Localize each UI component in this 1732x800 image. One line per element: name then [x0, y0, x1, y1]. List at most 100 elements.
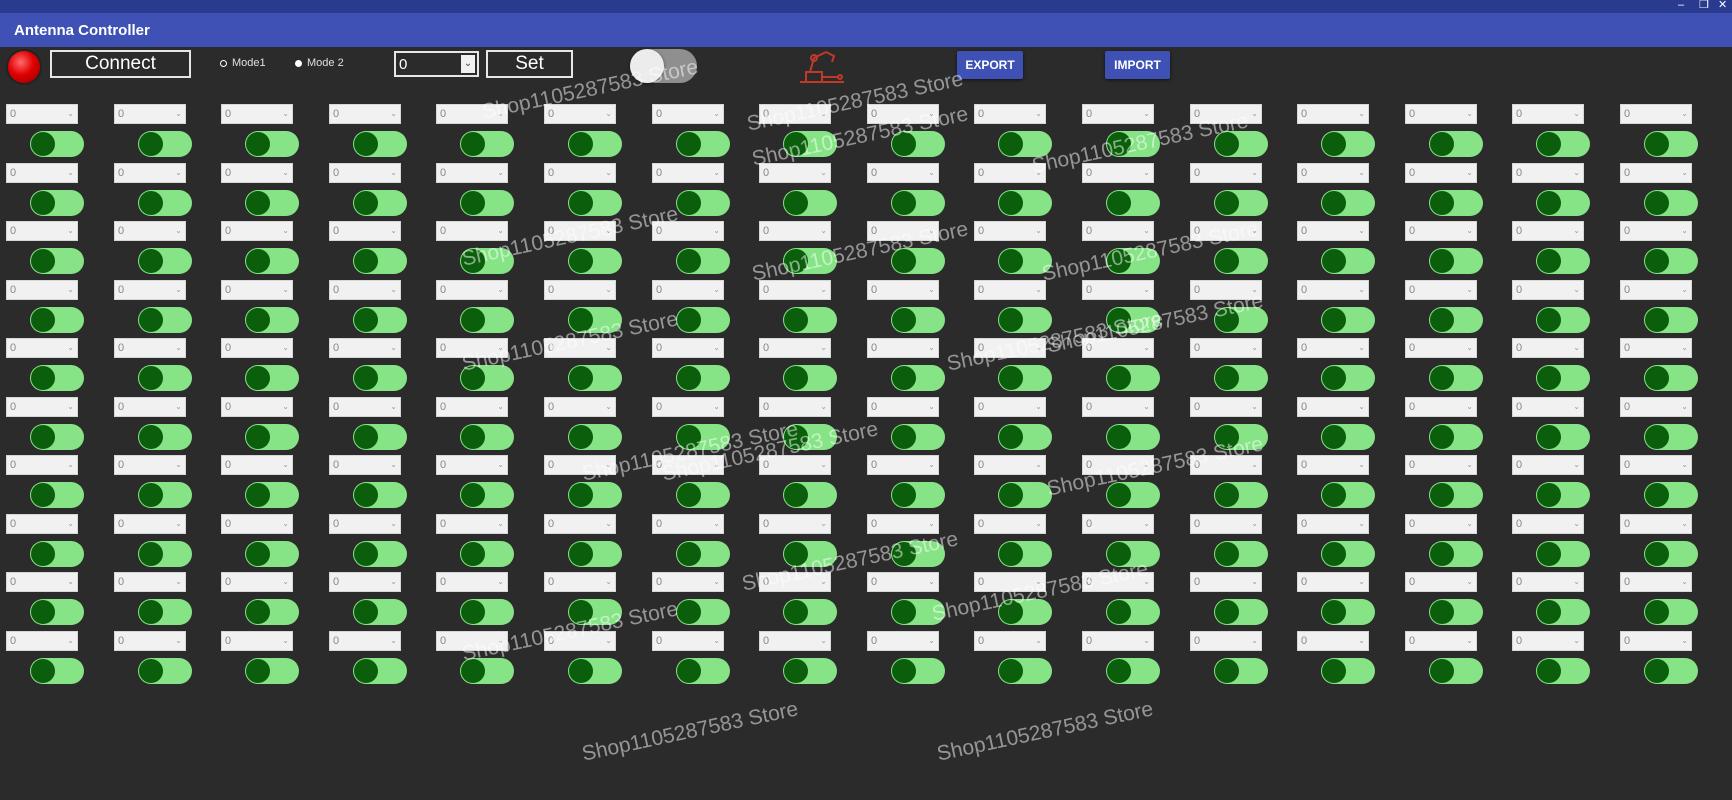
chevron-down-icon[interactable]: ⌄: [1573, 577, 1580, 586]
cell-switch[interactable]: [1644, 482, 1698, 508]
chevron-down-icon[interactable]: ⌄: [605, 109, 612, 118]
cell-combo[interactable]: 0 ⌄: [114, 455, 186, 475]
cell-switch[interactable]: [1644, 190, 1698, 216]
cell-combo[interactable]: 0 ⌄: [652, 631, 724, 651]
chevron-down-icon[interactable]: ⌄: [928, 402, 935, 411]
cell-combo[interactable]: 0 ⌄: [436, 455, 508, 475]
cell-combo[interactable]: 0 ⌄: [867, 514, 939, 534]
export-button[interactable]: EXPORT: [957, 51, 1023, 79]
chevron-down-icon[interactable]: ⌄: [175, 636, 182, 645]
cell-combo[interactable]: 0 ⌄: [759, 221, 831, 241]
cell-combo[interactable]: 0 ⌄: [1405, 397, 1477, 417]
chevron-down-icon[interactable]: ⌄: [175, 109, 182, 118]
cell-switch[interactable]: [460, 482, 514, 508]
cell-combo[interactable]: 0 ⌄: [114, 338, 186, 358]
cell-switch[interactable]: [138, 599, 192, 625]
chevron-down-icon[interactable]: ⌄: [713, 402, 720, 411]
chevron-down-icon[interactable]: ⌄: [67, 109, 74, 118]
chevron-down-icon[interactable]: ⌄: [282, 402, 289, 411]
chevron-down-icon[interactable]: ⌄: [1035, 285, 1042, 294]
chevron-down-icon[interactable]: ⌄: [282, 460, 289, 469]
chevron-down-icon[interactable]: ⌄: [67, 168, 74, 177]
cell-combo[interactable]: 0 ⌄: [1297, 631, 1369, 651]
cell-switch[interactable]: [1429, 365, 1483, 391]
chevron-down-icon[interactable]: ⌄: [820, 109, 827, 118]
cell-switch[interactable]: [1106, 482, 1160, 508]
chevron-down-icon[interactable]: ⌄: [1681, 577, 1688, 586]
chevron-down-icon[interactable]: ⌄: [1143, 519, 1150, 528]
cell-combo[interactable]: 0 ⌄: [329, 631, 401, 651]
cell-switch[interactable]: [1106, 248, 1160, 274]
cell-combo[interactable]: 0 ⌄: [221, 631, 293, 651]
cell-switch[interactable]: [1536, 424, 1590, 450]
cell-combo[interactable]: 0 ⌄: [221, 104, 293, 124]
cell-combo[interactable]: 0 ⌄: [759, 455, 831, 475]
cell-combo[interactable]: 0 ⌄: [1297, 397, 1369, 417]
cell-combo[interactable]: 0 ⌄: [1190, 514, 1262, 534]
cell-switch[interactable]: [1106, 599, 1160, 625]
chevron-down-icon[interactable]: ⌄: [1035, 636, 1042, 645]
cell-combo[interactable]: 0 ⌄: [759, 631, 831, 651]
chevron-down-icon[interactable]: ⌄: [1251, 577, 1258, 586]
chevron-down-icon[interactable]: ⌄: [1573, 460, 1580, 469]
cell-switch[interactable]: [998, 190, 1052, 216]
cell-combo[interactable]: 0 ⌄: [1512, 280, 1584, 300]
cell-switch[interactable]: [30, 307, 84, 333]
cell-combo[interactable]: 0 ⌄: [1620, 572, 1692, 592]
chevron-down-icon[interactable]: ⌄: [1681, 226, 1688, 235]
cell-combo[interactable]: 0 ⌄: [1405, 338, 1477, 358]
cell-switch[interactable]: [676, 190, 730, 216]
cell-combo[interactable]: 0 ⌄: [759, 338, 831, 358]
chevron-down-icon[interactable]: ⌄: [1035, 577, 1042, 586]
chevron-down-icon[interactable]: ⌄: [1573, 402, 1580, 411]
cell-combo[interactable]: 0 ⌄: [329, 514, 401, 534]
chevron-down-icon[interactable]: ⌄: [1035, 343, 1042, 352]
chevron-down-icon[interactable]: ⌄: [1681, 343, 1688, 352]
cell-switch[interactable]: [1644, 424, 1698, 450]
cell-switch[interactable]: [245, 365, 299, 391]
chevron-down-icon[interactable]: ⌄: [461, 55, 475, 73]
chevron-down-icon[interactable]: ⌄: [282, 519, 289, 528]
chevron-down-icon[interactable]: ⌄: [1573, 636, 1580, 645]
cell-switch[interactable]: [1106, 541, 1160, 567]
chevron-down-icon[interactable]: ⌄: [1358, 168, 1365, 177]
chevron-down-icon[interactable]: ⌄: [713, 109, 720, 118]
cell-combo[interactable]: 0 ⌄: [6, 163, 78, 183]
chevron-down-icon[interactable]: ⌄: [713, 168, 720, 177]
cell-switch[interactable]: [1644, 365, 1698, 391]
cell-switch[interactable]: [1429, 599, 1483, 625]
cell-switch[interactable]: [676, 365, 730, 391]
cell-switch[interactable]: [998, 658, 1052, 684]
cell-combo[interactable]: 0 ⌄: [1405, 455, 1477, 475]
cell-combo[interactable]: 0 ⌄: [1297, 163, 1369, 183]
cell-switch[interactable]: [1644, 541, 1698, 567]
chevron-down-icon[interactable]: ⌄: [1466, 577, 1473, 586]
close-icon[interactable]: ✕: [1718, 0, 1727, 12]
cell-combo[interactable]: 0 ⌄: [652, 397, 724, 417]
cell-combo[interactable]: 0 ⌄: [652, 280, 724, 300]
cell-combo[interactable]: 0 ⌄: [867, 455, 939, 475]
cell-switch[interactable]: [1214, 131, 1268, 157]
cell-switch[interactable]: [138, 190, 192, 216]
chevron-down-icon[interactable]: ⌄: [1251, 109, 1258, 118]
cell-switch[interactable]: [676, 541, 730, 567]
cell-switch[interactable]: [30, 599, 84, 625]
cell-switch[interactable]: [138, 541, 192, 567]
chevron-down-icon[interactable]: ⌄: [1251, 402, 1258, 411]
chevron-down-icon[interactable]: ⌄: [390, 168, 397, 177]
cell-combo[interactable]: 0 ⌄: [114, 280, 186, 300]
cell-switch[interactable]: [1644, 599, 1698, 625]
chevron-down-icon[interactable]: ⌄: [1573, 285, 1580, 294]
cell-switch[interactable]: [30, 365, 84, 391]
cell-switch[interactable]: [891, 424, 945, 450]
chevron-down-icon[interactable]: ⌄: [497, 226, 504, 235]
chevron-down-icon[interactable]: ⌄: [713, 285, 720, 294]
cell-combo[interactable]: 0 ⌄: [1405, 572, 1477, 592]
cell-combo[interactable]: 0 ⌄: [1082, 338, 1154, 358]
cell-switch[interactable]: [783, 599, 837, 625]
chevron-down-icon[interactable]: ⌄: [1358, 109, 1365, 118]
chevron-down-icon[interactable]: ⌄: [605, 577, 612, 586]
cell-combo[interactable]: 0 ⌄: [221, 572, 293, 592]
chevron-down-icon[interactable]: ⌄: [67, 636, 74, 645]
cell-combo[interactable]: 0 ⌄: [652, 514, 724, 534]
